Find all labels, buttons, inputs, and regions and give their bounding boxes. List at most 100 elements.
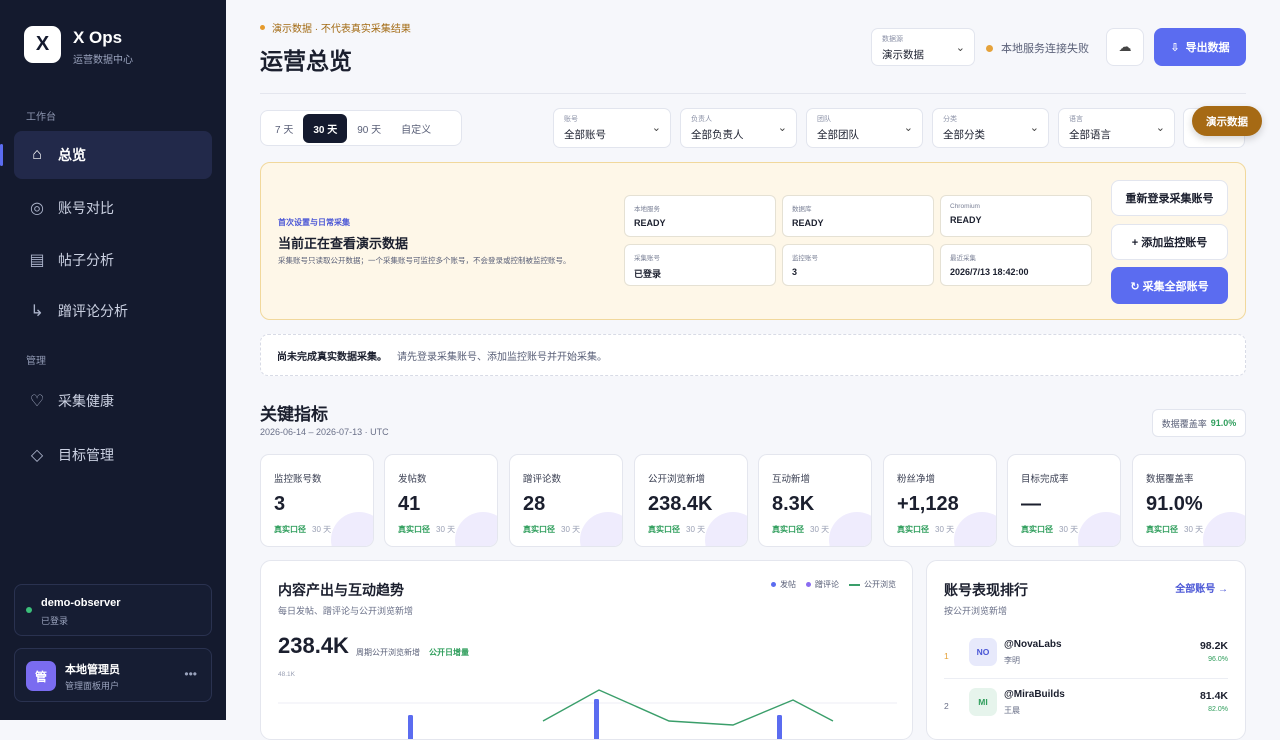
kpi-followers[interactable]: 粉丝净增 +1,128 真实口径 30 天 — [883, 454, 997, 547]
user-card[interactable]: 管 本地管理员 管理面板用户 ••• — [14, 648, 212, 702]
setup-description: 采集账号只读取公开数据；一个采集账号可监控多个账号，不会登录或控制被监控账号。 — [278, 256, 571, 265]
more-icon[interactable]: ••• — [184, 667, 197, 681]
reply-icon: ↳ — [30, 303, 44, 320]
kpi-value: 41 — [398, 493, 421, 515]
kpi-label: 蹭评论数 — [523, 474, 562, 485]
ranking-title: 账号表现排行 — [944, 582, 1028, 598]
decor-blob — [580, 512, 622, 546]
kpi-replies[interactable]: 蹭评论数 28 真实口径 30 天 — [509, 454, 623, 547]
filter-label: 分类 — [943, 116, 957, 123]
sidebar-item-post-analysis[interactable]: ▤ 帖子分析 — [14, 236, 212, 284]
kpi-label: 目标完成率 — [1021, 474, 1069, 485]
sidebar-item-goal-manage[interactable]: ◇ 目标管理 — [14, 431, 212, 479]
sidebar-item-collect-health[interactable]: ♡ 采集健康 — [14, 377, 212, 425]
kpi-goal-rate[interactable]: 目标完成率 — 真实口径 30 天 — [1007, 454, 1121, 547]
coverage-badge: 数据覆盖率 91.0% — [1152, 409, 1246, 437]
filter-value: 全部账号 — [564, 129, 606, 141]
collect-all-button[interactable]: ↻ 采集全部账号 — [1111, 267, 1228, 304]
diamond-icon: ◇ — [30, 447, 44, 464]
sidebar-item-label: 账号对比 — [58, 200, 114, 216]
range-30d[interactable]: 30 天 — [303, 113, 348, 143]
kpi-value: 8.3K — [772, 493, 815, 515]
kpi-label: 粉丝净增 — [897, 474, 936, 485]
kpi-label: 互动新增 — [772, 474, 811, 485]
kpi-value: 28 — [523, 493, 546, 515]
export-button[interactable]: ⇩ 导出数据 — [1154, 28, 1246, 66]
kpi-value: +1,128 — [897, 493, 959, 515]
kpi-coverage[interactable]: 数据覆盖率 91.0% 真实口径 30 天 — [1132, 454, 1246, 547]
sidebar-item-label: 帖子分析 — [58, 252, 114, 268]
kpi-footer: 真实口径 30 天 — [523, 525, 581, 534]
stat-monitored-accounts: 监控账号 3 — [782, 244, 934, 286]
chevron-down-icon: ⌄ — [955, 42, 965, 54]
demo-data-badge[interactable]: 演示数据 — [1192, 106, 1262, 136]
range-90d[interactable]: 90 天 — [347, 114, 391, 143]
stat-last-collect: 最近采集 2026/7/13 18:42:00 — [940, 244, 1092, 286]
owner-filter[interactable]: 负责人 全部负责人 ⌄ — [680, 108, 797, 148]
stat-label: 监控账号 — [792, 255, 818, 262]
warning-dot — [260, 25, 265, 30]
category-filter[interactable]: 分类 全部分类 ⌄ — [932, 108, 1049, 148]
range-custom[interactable]: 自定义 — [391, 114, 441, 143]
header-divider — [260, 93, 1246, 94]
account-filter[interactable]: 账号 全部账号 ⌄ — [553, 108, 671, 148]
collector-account-card[interactable]: demo-observer 已登录 — [14, 584, 212, 636]
kpi-views[interactable]: 公开浏览新增 238.4K 真实口径 30 天 — [634, 454, 748, 547]
rank-number: 1 — [944, 651, 949, 661]
target-icon: ◎ — [30, 200, 44, 217]
decor-blob — [954, 512, 996, 546]
setup-title: 当前正在查看演示数据 — [278, 236, 409, 251]
kpi-footer: 真实口径 30 天 — [1021, 525, 1079, 534]
collector-name: demo-observer — [41, 597, 121, 609]
cloud-icon: ☁ — [1118, 39, 1132, 54]
range-7d[interactable]: 7 天 — [265, 114, 303, 143]
sidebar: X X Ops 运营数据中心 工作台 ⌂ 总览 ◎ 账号对比 ▤ 帖子分析 ↳ … — [0, 0, 226, 720]
rank-value: 98.2K — [1199, 640, 1228, 652]
ranking-row[interactable]: 1 NO @NovaLabs 李明 98.2K 96.0% — [944, 631, 1228, 679]
export-label: 导出数据 — [1185, 42, 1230, 54]
account-owner: 王晨 — [1004, 706, 1020, 715]
relogin-button[interactable]: 重新登录采集账号 — [1111, 180, 1228, 216]
list-icon: ▤ — [29, 252, 45, 269]
kpi-posts[interactable]: 发帖数 41 真实口径 30 天 — [384, 454, 498, 547]
brand-name: X Ops — [73, 28, 123, 47]
avatar: NO — [969, 638, 997, 666]
sidebar-item-reply-analysis[interactable]: ↳ 蹭评论分析 — [14, 287, 212, 335]
notice-text: 请先登录采集账号、添加监控账号并开始采集。 — [397, 351, 607, 363]
ranking-row[interactable]: 2 MI @MiraBuilds 王晨 81.4K 82.0% — [944, 681, 1228, 727]
chevron-down-icon: ⌄ — [777, 122, 787, 134]
decor-blob — [331, 512, 373, 546]
kpi-label: 监控账号数 — [274, 474, 322, 485]
kpi-interactions[interactable]: 互动新增 8.3K 真实口径 30 天 — [758, 454, 872, 547]
demo-note: 演示数据 · 不代表真实采集结果 — [260, 20, 411, 35]
language-filter[interactable]: 语言 全部语言 ⌄ — [1058, 108, 1175, 148]
download-icon: ⇩ — [1170, 41, 1180, 54]
filter-label: 账号 — [564, 116, 578, 123]
team-filter[interactable]: 团队 全部团队 ⌄ — [806, 108, 923, 148]
cloud-sync-button[interactable]: ☁ — [1106, 28, 1144, 66]
stat-value: 2026/7/13 18:42:00 — [950, 267, 1029, 277]
kpi-value: 238.4K — [648, 493, 713, 515]
stat-value: READY — [950, 215, 982, 225]
datasource-select[interactable]: 数据源 演示数据 ⌄ — [871, 28, 975, 66]
filter-value: 全部负责人 — [691, 129, 744, 141]
bar-post — [408, 715, 413, 739]
bar-post — [777, 715, 782, 739]
account-owner: 李明 — [1004, 656, 1020, 665]
sidebar-item-account-compare[interactable]: ◎ 账号对比 — [14, 184, 212, 232]
add-monitor-button[interactable]: + 添加监控账号 — [1111, 224, 1228, 260]
account-handle: @NovaLabs — [1004, 639, 1062, 650]
chevron-down-icon: ⌄ — [903, 122, 913, 134]
stat-label: 本地服务 — [634, 206, 660, 213]
kpi-monitored-accounts[interactable]: 监控账号数 3 真实口径 30 天 — [260, 454, 374, 547]
sidebar-item-label: 总览 — [58, 147, 86, 163]
stat-label: 最近采集 — [950, 255, 976, 262]
row-divider — [944, 678, 1228, 679]
stat-value: 3 — [792, 267, 798, 277]
all-accounts-link[interactable]: 全部账号 → — [1175, 580, 1228, 595]
kpi-section-title: 关键指标 — [260, 405, 328, 424]
stat-label: 采集账号 — [634, 255, 660, 262]
sidebar-item-overview[interactable]: ⌂ 总览 — [14, 131, 212, 179]
decor-blob — [455, 512, 497, 546]
stat-value: READY — [634, 218, 666, 228]
